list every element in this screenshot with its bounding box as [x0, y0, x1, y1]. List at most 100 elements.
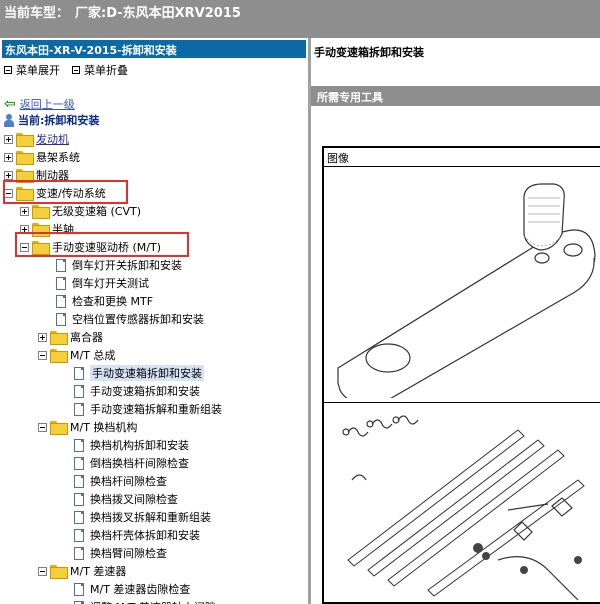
document-icon [74, 456, 84, 470]
tree-item-label[interactable]: M/T 差速器 [70, 563, 126, 579]
menu-toolbar: 菜单展开 菜单折叠 [4, 62, 128, 78]
back-link[interactable]: ⇦ 返回上一级 [4, 96, 75, 112]
tree-item-label[interactable]: 换档杆间隙检查 [90, 473, 167, 489]
tree-item-label[interactable]: 离合器 [70, 329, 103, 345]
document-icon [74, 600, 84, 604]
tree-item-label[interactable]: 空档位置传感器拆卸和安装 [72, 311, 204, 327]
folder-icon [50, 565, 68, 579]
vehicle-model: 厂家:D-东风本田XRV2015 [75, 6, 241, 21]
panel-header: 东风本田-XR-V-2015-拆卸和安装 [2, 40, 306, 58]
expand-icon[interactable] [4, 152, 13, 162]
expand-icon[interactable] [4, 170, 13, 180]
folder-icon [50, 331, 68, 345]
section-bar: 所需专用工具 [311, 86, 600, 106]
document-icon [56, 312, 66, 326]
tree-folder-item[interactable]: 发动机 [4, 130, 69, 148]
tree-folder-item[interactable]: 离合器 [38, 328, 103, 346]
tree-folder-item[interactable]: 悬架系统 [4, 148, 80, 166]
tree-document-item[interactable]: 倒车灯开关测试 [56, 274, 149, 292]
highlight-box-manual-transaxle [15, 232, 189, 257]
current-location: 当前:拆卸和安装 [4, 112, 99, 128]
tree-item-label[interactable]: 检查和更换 MTF [72, 293, 153, 309]
tree-item-label[interactable]: 手动变速箱拆解和重新组装 [90, 401, 222, 417]
expand-menu-button[interactable]: 菜单展开 [4, 62, 60, 78]
document-icon [74, 582, 84, 596]
document-icon [74, 546, 84, 560]
tree-folder-item[interactable]: M/T 差速器 [38, 562, 126, 580]
content-panel: 手动变速箱拆卸和安装 所需专用工具 图像 [311, 38, 600, 604]
collapse-menu-button[interactable]: 菜单折叠 [72, 62, 128, 78]
tree-item-label[interactable]: 换档拨叉拆解和重新组装 [90, 509, 211, 525]
document-icon [74, 528, 84, 542]
tree-item-label[interactable]: 换档机构拆卸和安装 [90, 437, 189, 453]
tree-document-item[interactable]: 检查和更换 MTF [56, 292, 153, 310]
menu-icon [72, 66, 80, 74]
user-icon [4, 113, 14, 127]
tree-folder-item[interactable]: 无级变速箱 (CVT) [20, 202, 141, 220]
tree-item-label[interactable]: 倒车灯开关拆卸和安装 [72, 257, 182, 273]
tree-folder-item[interactable]: M/T 总成 [38, 346, 115, 364]
tool-image-frame: 图像 [322, 146, 600, 604]
tree-document-item[interactable]: 手动变速箱拆卸和安装 [74, 382, 200, 400]
tree-item-label[interactable]: 换档臂间隙检查 [90, 545, 167, 561]
expand-icon[interactable] [20, 206, 29, 216]
tree-document-item[interactable]: 换档臂间隙检查 [74, 544, 167, 562]
tree-document-item[interactable]: 换档杆间隙检查 [74, 472, 167, 490]
expand-icon[interactable] [4, 134, 13, 144]
tree-document-item[interactable]: 手动变速箱拆卸和安装 [74, 364, 204, 382]
folder-icon [32, 205, 50, 219]
folder-icon [16, 133, 34, 147]
content-title: 手动变速箱拆卸和安装 [314, 46, 424, 59]
collapse-icon[interactable] [38, 566, 47, 576]
vehicle-banner-text: 当前车型： 厂家:D-东风本田XRV2015 [4, 2, 247, 21]
tree-item-label[interactable]: 发动机 [36, 131, 69, 147]
image-caption: 图像 [327, 152, 349, 165]
image-divider [324, 402, 600, 403]
collapse-icon[interactable] [38, 422, 47, 432]
back-link-label[interactable]: 返回上一级 [20, 96, 75, 112]
folder-icon [16, 151, 34, 165]
document-icon [56, 258, 66, 272]
collapse-icon[interactable] [38, 350, 47, 360]
document-icon [74, 402, 84, 416]
tree-document-item[interactable]: 手动变速箱拆解和重新组装 [74, 400, 222, 418]
document-icon [74, 384, 84, 398]
tree-document-item[interactable]: 换档机构拆卸和安装 [74, 436, 189, 454]
tree-document-item[interactable]: 空档位置传感器拆卸和安装 [56, 310, 204, 328]
expand-icon[interactable] [38, 332, 47, 342]
tree-item-label[interactable]: M/T 差速器齿隙检查 [90, 581, 190, 597]
tree-item-label[interactable]: 换档拨叉间隙检查 [90, 491, 178, 507]
back-arrow-icon: ⇦ [4, 96, 16, 112]
tree-folder-item[interactable]: M/T 换档机构 [38, 418, 137, 436]
document-icon [74, 492, 84, 506]
current-location-label: 当前:拆卸和安装 [18, 114, 100, 127]
tree-item-label[interactable]: 手动变速箱拆卸和安装 [90, 365, 204, 381]
tree-item-label[interactable]: M/T 总成 [70, 347, 115, 363]
document-icon [74, 366, 84, 380]
document-icon [74, 438, 84, 452]
document-icon [56, 276, 66, 290]
tree-document-item[interactable]: 调整 M/T 差速器轴上间隙 [74, 598, 216, 604]
tree-item-label[interactable]: 悬架系统 [36, 149, 80, 165]
tree-item-label[interactable]: 倒车灯开关测试 [72, 275, 149, 291]
tree-item-label[interactable]: 无级变速箱 (CVT) [52, 203, 141, 219]
tree-document-item[interactable]: 换档拨叉拆解和重新组装 [74, 508, 211, 526]
tree-document-item[interactable]: 换档拨叉间隙检查 [74, 490, 178, 508]
vehicle-banner: 当前车型： 厂家:D-东风本田XRV2015 [0, 0, 600, 38]
tree-document-item[interactable]: 换档杆壳体拆卸和安装 [74, 526, 200, 544]
folder-icon [50, 349, 68, 363]
document-icon [56, 294, 66, 308]
document-icon [74, 510, 84, 524]
navigation-panel: 东风本田-XR-V-2015-拆卸和安装 菜单展开 菜单折叠 ⇦ 返回上一级 当… [0, 38, 308, 604]
tree-item-label[interactable]: M/T 换档机构 [70, 419, 137, 435]
tree-item-label[interactable]: 调整 M/T 差速器轴上间隙 [90, 599, 216, 604]
vehicle-label: 当前车型： [4, 6, 70, 21]
tree-item-label[interactable]: 倒档换档杆间隙检查 [90, 455, 189, 471]
caption-divider [324, 166, 600, 167]
tree-item-label[interactable]: 换档杆壳体拆卸和安装 [90, 527, 200, 543]
tree-item-label[interactable]: 手动变速箱拆卸和安装 [90, 383, 200, 399]
tree-document-item[interactable]: 倒档换档杆间隙检查 [74, 454, 189, 472]
tree-document-item[interactable]: M/T 差速器齿隙检查 [74, 580, 190, 598]
folder-icon [50, 421, 68, 435]
tree-document-item[interactable]: 倒车灯开关拆卸和安装 [56, 256, 182, 274]
